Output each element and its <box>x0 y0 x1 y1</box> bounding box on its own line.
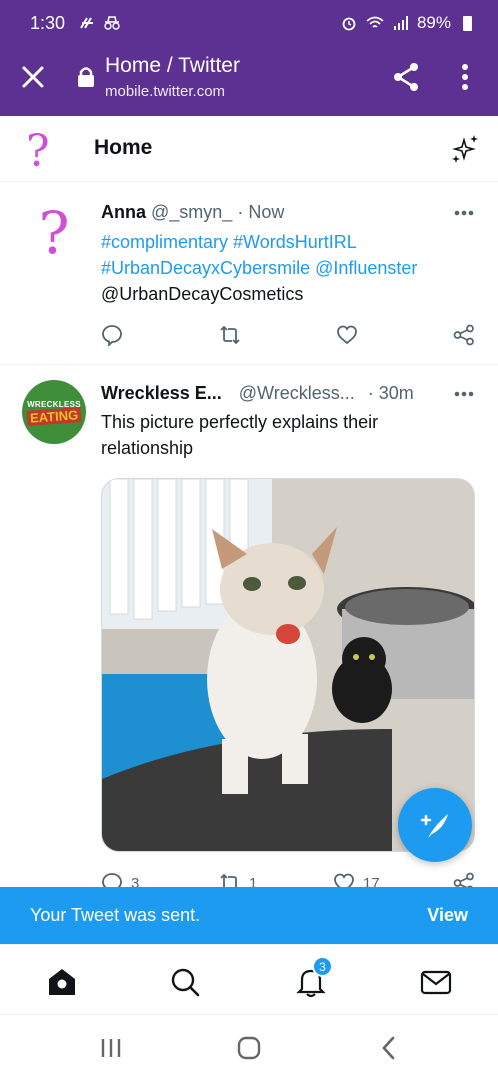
like-button[interactable] <box>336 324 358 346</box>
more-options-icon[interactable] <box>458 62 472 92</box>
wifi-icon <box>366 16 384 28</box>
toast-view-button[interactable]: View <box>427 905 468 926</box>
avatar-logo-bottom: EATING <box>26 407 82 426</box>
signal-icon <box>393 16 408 30</box>
notification-badge: 3 <box>312 956 333 977</box>
tweet-text-line[interactable]: #complimentary #WordsHurtIRL <box>101 229 481 255</box>
back-icon[interactable] <box>376 1035 402 1061</box>
tweet-avatar[interactable]: ? <box>22 201 86 265</box>
reply-button[interactable] <box>101 324 123 346</box>
retweet-icon <box>220 325 240 345</box>
search-icon[interactable] <box>168 965 202 999</box>
tweet-header: Wreckless E... @Wreckless... · 30m <box>101 383 414 403</box>
tweet-actions <box>101 324 477 348</box>
home-icon[interactable] <box>45 965 79 999</box>
tweet-text-line[interactable]: #UrbanDecayxCybersmile @Influenster <box>101 255 481 281</box>
alarm-icon <box>342 17 356 31</box>
compose-tweet-button[interactable] <box>398 788 472 862</box>
tweet-time[interactable]: 30m <box>379 383 414 403</box>
incognito-icon <box>104 16 120 30</box>
tweet-author-handle[interactable]: @Wreckless... <box>239 383 355 403</box>
close-icon[interactable] <box>20 64 46 90</box>
tweet-header: Anna @_smyn_ · Now <box>101 202 285 222</box>
nfc-icon <box>80 17 94 29</box>
battery-icon <box>463 15 472 31</box>
tweet-sent-toast: Your Tweet was sent. View <box>0 887 498 944</box>
battery-percent: 89% <box>416 13 451 32</box>
reply-icon <box>102 325 122 346</box>
mail-icon[interactable] <box>419 965 453 999</box>
home-button-icon[interactable] <box>236 1035 262 1061</box>
browser-page-title: Home / Twitter <box>105 54 240 77</box>
recent-apps-icon[interactable] <box>98 1035 124 1061</box>
tweet-text: This picture perfectly explains their re… <box>101 412 379 458</box>
profile-avatar[interactable]: ? <box>26 126 50 177</box>
status-bar: 1:30 89% <box>0 0 498 46</box>
home-header: ? Home <box>0 116 498 182</box>
tweet-text-line[interactable]: @UrbanDecayCosmetics <box>101 281 481 307</box>
share-icon <box>453 324 474 346</box>
tweet-more-icon[interactable] <box>454 391 474 397</box>
compose-feather-icon <box>420 814 448 838</box>
browser-url[interactable]: mobile.twitter.com <box>105 83 225 100</box>
tweet-author-name[interactable]: Wreckless E... <box>101 383 222 403</box>
share-tweet-button[interactable] <box>453 324 475 346</box>
lock-icon <box>78 67 94 87</box>
retweet-button[interactable] <box>219 324 241 346</box>
tweet-avatar[interactable]: WRECKLESS EATING <box>22 380 86 444</box>
page-title: Home <box>94 136 153 159</box>
status-time: 1:30 <box>30 12 66 33</box>
system-navigation <box>0 1014 498 1080</box>
toast-message: Your Tweet was sent. <box>30 905 201 925</box>
tweet[interactable]: ? Anna @_smyn_ · Now #complimentary #Wor… <box>0 183 498 365</box>
tweet-time[interactable]: Now <box>248 202 284 222</box>
sparkle-icon[interactable] <box>450 134 480 164</box>
tweet-author-handle[interactable]: @_smyn_ <box>151 202 232 222</box>
tweet-more-icon[interactable] <box>454 210 474 216</box>
bottom-navigation <box>0 944 498 1014</box>
share-icon[interactable] <box>392 62 420 92</box>
tweet-author-name[interactable]: Anna <box>101 202 146 222</box>
tweet-text: #complimentary #WordsHurtIRL #UrbanDecay… <box>101 229 481 307</box>
heart-icon <box>337 325 357 345</box>
browser-toolbar: Home / Twitter mobile.twitter.com <box>0 46 498 116</box>
